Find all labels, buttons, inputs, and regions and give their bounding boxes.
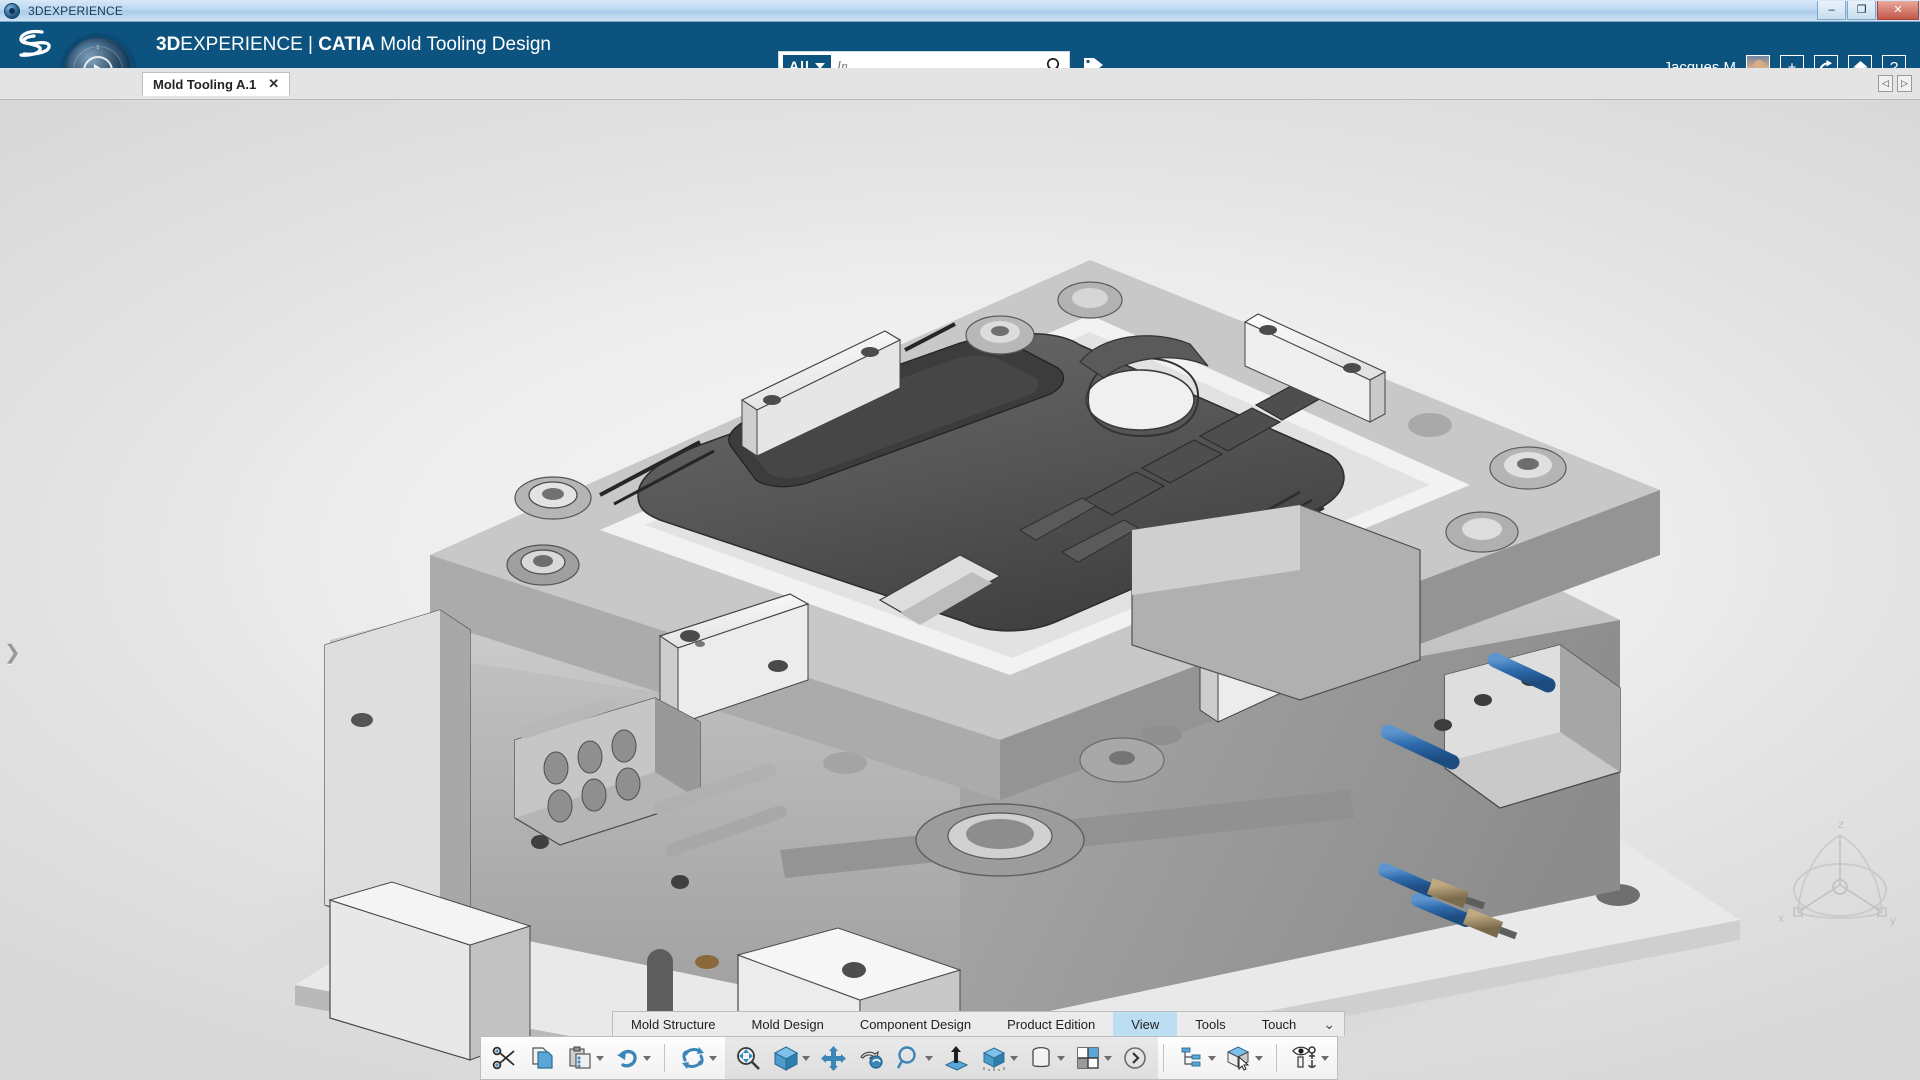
toolbar-separator <box>1276 1044 1277 1072</box>
eye-anchor-icon <box>1290 1043 1320 1073</box>
update-refresh-icon <box>678 1043 708 1073</box>
pan-icon <box>818 1043 848 1073</box>
chevron-down-icon[interactable] <box>802 1055 810 1061</box>
grid-button[interactable] <box>1069 1037 1116 1079</box>
3d-viewport[interactable]: ❯ z x y <box>0 100 1920 1080</box>
iso-view-button[interactable] <box>767 1037 814 1079</box>
workbench-tab-mold-structure[interactable]: Mold Structure <box>613 1012 734 1036</box>
action-bar <box>480 1036 1338 1080</box>
cut-scissors-icon <box>489 1043 519 1073</box>
restore-button[interactable]: ❐ <box>1847 0 1876 20</box>
action-group-update <box>670 1037 725 1079</box>
workbench-tab-touch[interactable]: Touch <box>1244 1012 1315 1036</box>
close-button[interactable]: ✕ <box>1877 0 1919 20</box>
workbench-tab-product-edition[interactable]: Product Edition <box>989 1012 1113 1036</box>
pan-button[interactable] <box>814 1037 852 1079</box>
render-style-icon <box>979 1043 1009 1073</box>
paste-button[interactable] <box>561 1037 608 1079</box>
app-title-separator: | <box>302 34 319 55</box>
normal-view-button[interactable] <box>937 1037 975 1079</box>
workbench-tab-view[interactable]: View <box>1113 1012 1178 1036</box>
document-tab-strip: Mold Tooling A.1 ✕ ◁ ▷ <box>0 68 1920 100</box>
copy-button[interactable] <box>523 1037 561 1079</box>
action-group-view-navigation <box>725 1037 1158 1079</box>
more-views-icon <box>1120 1043 1150 1073</box>
minimize-button[interactable]: – <box>1817 0 1846 20</box>
document-tab[interactable]: Mold Tooling A.1 ✕ <box>142 72 291 96</box>
grid-icon <box>1073 1043 1103 1073</box>
mold-tooling-assembly-model[interactable]: z x y <box>0 100 1920 1080</box>
chevron-down-icon[interactable] <box>1208 1055 1216 1061</box>
action-group-clipboard <box>481 1037 659 1079</box>
toolbar-separator <box>1163 1044 1164 1072</box>
undo-icon <box>612 1043 642 1073</box>
paste-icon <box>565 1043 595 1073</box>
select-cube-button[interactable] <box>1220 1037 1267 1079</box>
zoom-button[interactable] <box>890 1037 937 1079</box>
chevron-down-icon[interactable] <box>596 1055 604 1061</box>
chevron-down-icon[interactable] <box>643 1055 651 1061</box>
zoom-icon <box>894 1043 924 1073</box>
app-title-3d: 3D <box>156 34 181 55</box>
chevron-down-icon[interactable] <box>1057 1055 1065 1061</box>
action-group-visualization <box>1282 1037 1337 1079</box>
toolbar-separator <box>664 1044 665 1072</box>
workbench-tab-tools[interactable]: Tools <box>1177 1012 1243 1036</box>
workbench-tab-row: Mold Structure Mold Design Component Des… <box>612 1011 1346 1036</box>
app-title-workbench: Mold Tooling Design <box>374 34 551 55</box>
tab-nav-buttons: ◁ ▷ <box>1878 75 1912 92</box>
action-group-tree-selection <box>1169 1037 1271 1079</box>
fit-all-icon <box>733 1043 763 1073</box>
axis-label-y: y <box>1890 913 1896 927</box>
hide-show-button[interactable] <box>1022 1037 1069 1079</box>
normal-view-icon <box>941 1043 971 1073</box>
eye-anchor-button[interactable] <box>1286 1037 1333 1079</box>
application-header: ♀ 3D i V+R 3DEXPERIENCE | CATIA Mold Too… <box>0 22 1920 107</box>
page-title: 3DEXPERIENCE | CATIA Mold Tooling Design <box>156 34 551 56</box>
rotate-button[interactable] <box>852 1037 890 1079</box>
chevron-down-icon[interactable] <box>1104 1055 1112 1061</box>
more-views-button[interactable] <box>1116 1037 1154 1079</box>
axis-compass: z x y <box>1778 817 1896 927</box>
workbench-tab-mold-design[interactable]: Mold Design <box>734 1012 842 1036</box>
workbench-tab-component-design[interactable]: Component Design <box>842 1012 989 1036</box>
hide-show-icon <box>1026 1043 1056 1073</box>
os-title-bar: 3DEXPERIENCE – ❐ ✕ <box>0 0 1920 22</box>
chevron-down-icon[interactable] <box>1255 1055 1263 1061</box>
window-controls: – ❐ ✕ <box>1817 0 1920 21</box>
cut-button[interactable] <box>485 1037 523 1079</box>
os-window-title: 3DEXPERIENCE <box>28 3 124 18</box>
document-tab-label: Mold Tooling A.1 <box>153 76 257 92</box>
rotate-icon <box>856 1043 886 1073</box>
chevron-down-icon[interactable] <box>925 1055 933 1061</box>
chevron-down-icon[interactable] <box>1010 1055 1018 1061</box>
app-title-experience: EXPERIENCE <box>180 34 303 55</box>
tab-prev-button[interactable]: ◁ <box>1878 75 1893 92</box>
chevron-down-icon[interactable] <box>1321 1055 1329 1061</box>
tree-icon <box>1177 1043 1207 1073</box>
chevron-down-icon[interactable] <box>709 1055 717 1061</box>
axis-label-z: z <box>1838 817 1844 831</box>
compass-label-top: ♀ <box>94 42 102 52</box>
copy-icon <box>527 1043 557 1073</box>
fit-all-button[interactable] <box>729 1037 767 1079</box>
app-logo-icon <box>4 2 20 19</box>
update-button[interactable] <box>674 1037 721 1079</box>
dassault-systemes-logo-icon[interactable] <box>10 25 58 65</box>
chevron-right-icon[interactable]: ❯ <box>4 640 21 665</box>
axis-label-x: x <box>1778 911 1784 925</box>
tab-next-button[interactable]: ▷ <box>1897 75 1912 92</box>
select-cube-icon <box>1224 1043 1254 1073</box>
chevron-down-icon[interactable]: ⌄ <box>1314 1012 1344 1036</box>
app-title-catia: CATIA <box>318 34 375 55</box>
iso-view-cube-icon <box>771 1043 801 1073</box>
tree-button[interactable] <box>1173 1037 1220 1079</box>
close-icon[interactable]: ✕ <box>268 76 279 92</box>
undo-button[interactable] <box>608 1037 655 1079</box>
render-style-button[interactable] <box>975 1037 1022 1079</box>
